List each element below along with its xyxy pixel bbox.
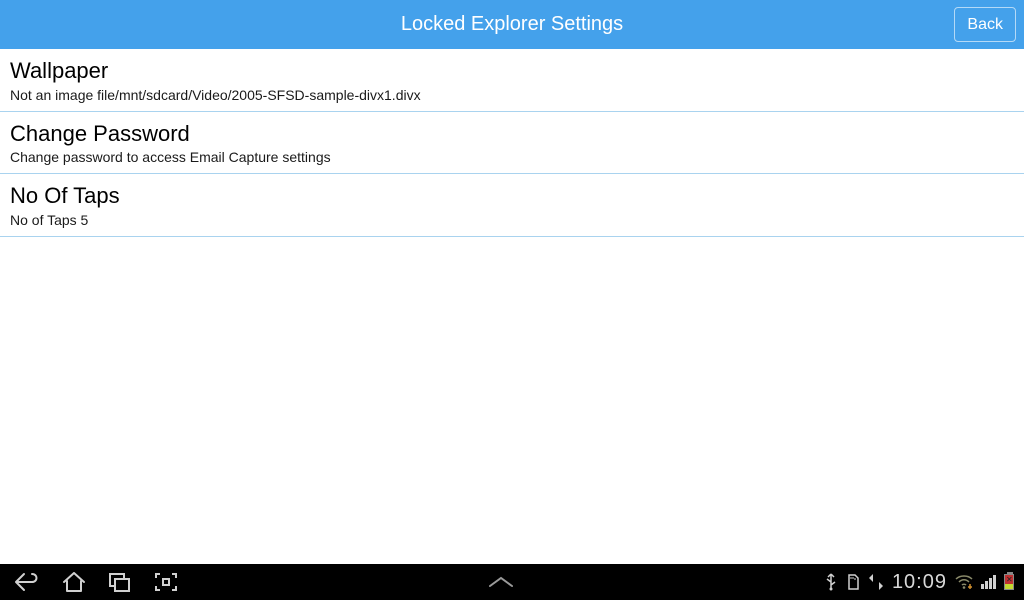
page-title: Locked Explorer Settings [401,13,623,36]
settings-item-no-of-taps[interactable]: No Of Taps No of Taps 5 [0,174,1024,237]
nav-left-group [0,572,178,592]
settings-item-title: No Of Taps [10,182,1014,210]
sdcard-icon [846,573,860,591]
app-header: Locked Explorer Settings Back [0,0,1024,49]
system-nav-bar: 10:09 ✕ [0,564,1024,600]
settings-item-subtitle: Not an image file/mnt/sdcard/Video/2005-… [10,87,1014,103]
expand-up-icon[interactable] [487,575,515,589]
screenshot-icon[interactable] [154,572,178,592]
settings-list: Wallpaper Not an image file/mnt/sdcard/V… [0,49,1024,237]
sync-icon [868,573,884,591]
settings-item-subtitle: Change password to access Email Capture … [10,149,1014,165]
recent-apps-icon[interactable] [108,572,132,592]
home-icon[interactable] [62,572,86,592]
nav-right-group: 10:09 ✕ [824,571,1024,594]
back-icon[interactable] [14,572,40,592]
settings-item-wallpaper[interactable]: Wallpaper Not an image file/mnt/sdcard/V… [0,49,1024,112]
wifi-icon [955,574,973,590]
back-button-label: Back [967,16,1003,34]
clock-text: 10:09 [892,571,947,594]
settings-item-title: Wallpaper [10,57,1014,85]
settings-item-title: Change Password [10,120,1014,148]
nav-center-group [178,575,824,589]
usb-icon [824,573,838,591]
battery-icon: ✕ [1004,574,1014,590]
settings-item-subtitle: No of Taps 5 [10,212,1014,228]
back-button[interactable]: Back [954,7,1016,42]
signal-icon [981,575,996,589]
settings-item-change-password[interactable]: Change Password Change password to acces… [0,112,1024,175]
